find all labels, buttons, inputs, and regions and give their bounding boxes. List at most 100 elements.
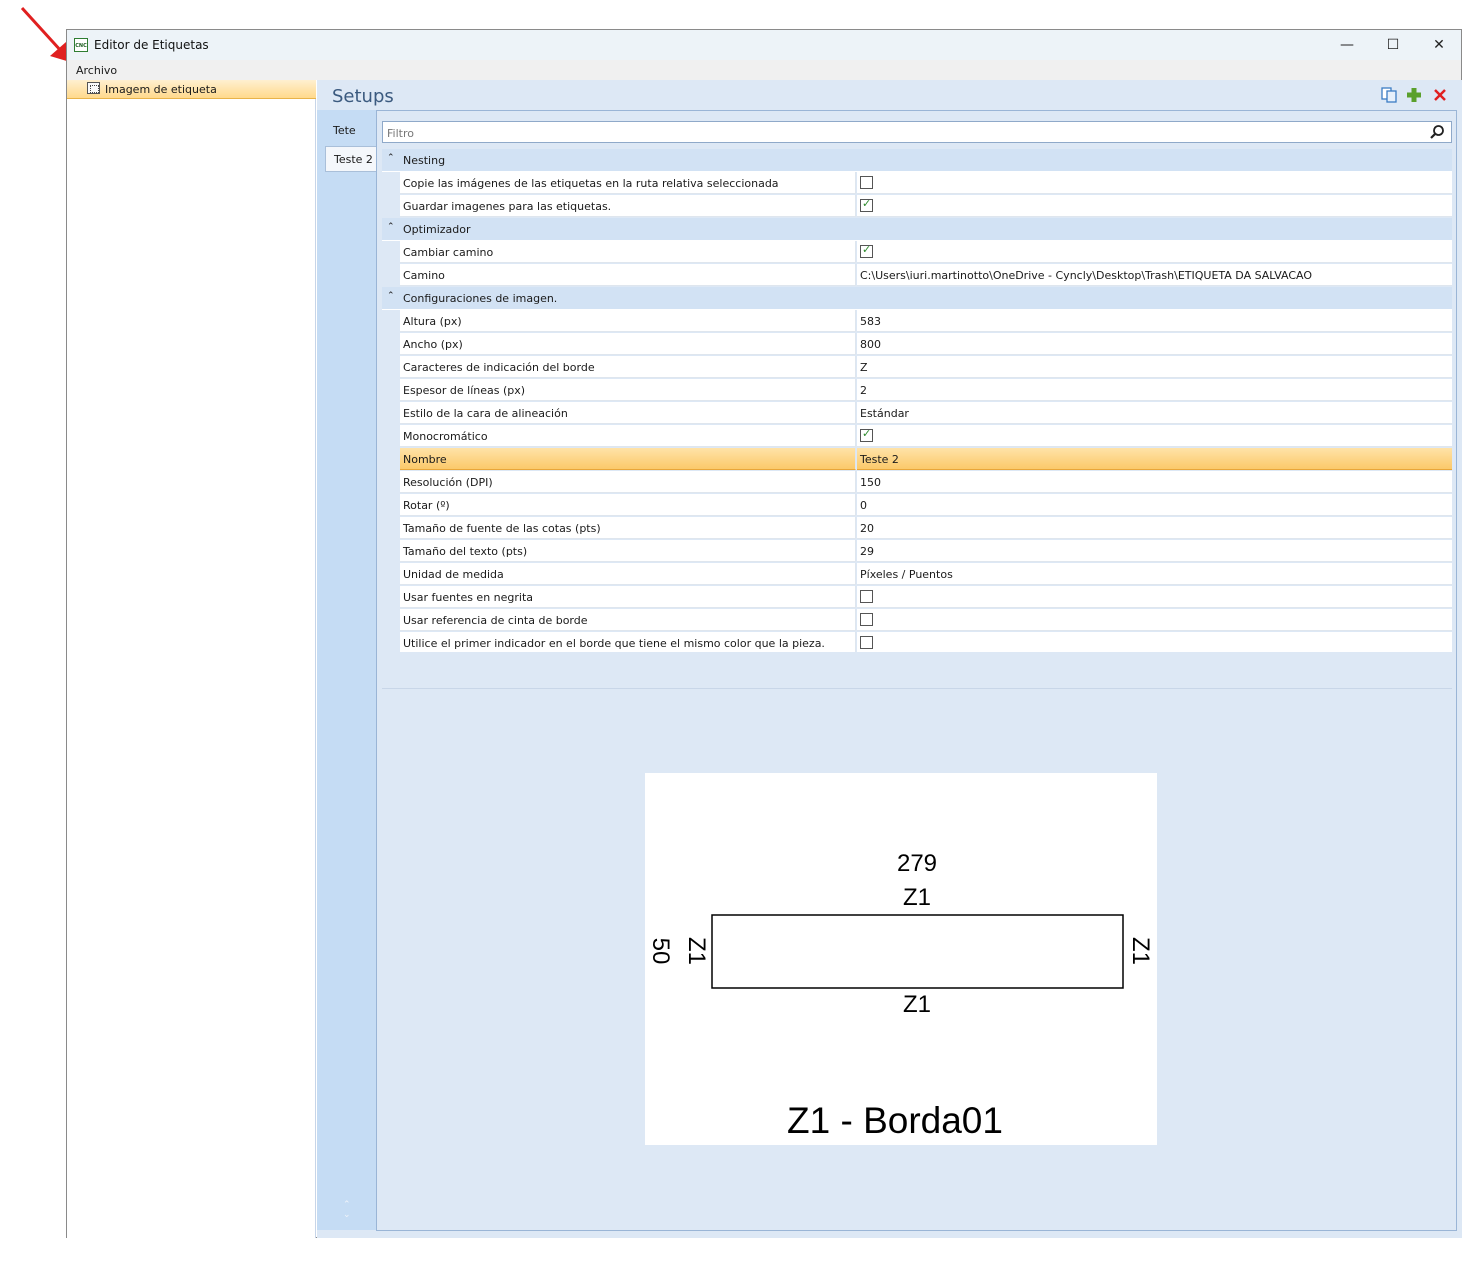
property-value[interactable]: 29 (857, 540, 1452, 562)
property-value[interactable]: 800 (857, 333, 1452, 355)
property-value-cell[interactable] (857, 241, 1452, 263)
property-row[interactable]: Rotar (º) 0 (382, 494, 1452, 517)
row-gutter (382, 448, 400, 471)
row-gutter (382, 517, 400, 540)
property-row[interactable]: Resolución (DPI) 150 (382, 471, 1452, 494)
property-row[interactable]: Ancho (px) 800 (382, 333, 1452, 356)
maximize-button[interactable]: ☐ (1370, 30, 1416, 60)
property-value[interactable]: 20 (857, 517, 1452, 539)
property-row[interactable]: Monocromático (382, 425, 1452, 448)
property-value-cell[interactable] (857, 586, 1452, 608)
app-icon: CNC (74, 38, 88, 52)
side-dimension: 50 (647, 938, 674, 965)
copy-icon[interactable] (1380, 86, 1398, 104)
collapse-chevron-icon[interactable]: ⌃ (387, 222, 395, 232)
property-name: Espesor de líneas (px) (400, 379, 856, 401)
property-checkbox[interactable] (860, 243, 873, 258)
property-name: Cambiar camino (400, 241, 856, 263)
label-preview: 279 Z1 Z1 Z1 50 Z1 Z1 - Borda01 (645, 773, 1157, 1145)
property-row[interactable]: Usar referencia de cinta de borde (382, 609, 1452, 632)
property-value-cell[interactable] (857, 609, 1452, 631)
property-value[interactable]: C:\Users\iuri.martinotto\OneDrive - Cync… (857, 264, 1452, 286)
property-name: Estilo de la cara de alineación (400, 402, 856, 424)
property-name: Nombre (400, 448, 856, 470)
category-header[interactable]: ⌃ Configuraciones de imagen. (382, 287, 1452, 310)
filter-input[interactable] (385, 124, 1419, 142)
category-header[interactable]: ⌃ Optimizador (382, 218, 1452, 241)
row-gutter (382, 379, 400, 402)
property-grid: ⌃ Nesting Copie las imágenes de las etique… (382, 149, 1452, 655)
property-value-cell[interactable] (857, 632, 1452, 654)
row-gutter (382, 563, 400, 586)
minimize-button[interactable]: — (1324, 30, 1370, 60)
property-row[interactable]: Guardar imagenes para las etiquetas. (382, 195, 1452, 218)
property-row[interactable]: Altura (px) 583 (382, 310, 1452, 333)
row-gutter (382, 264, 400, 287)
edge-top-label: Z1 (903, 884, 931, 911)
category-label: Nesting (403, 154, 446, 167)
row-gutter (382, 494, 400, 517)
tree-item-label-image[interactable]: Imagem de etiqueta (67, 80, 316, 99)
close-button[interactable]: ✕ (1416, 30, 1462, 60)
top-dimension: 279 (897, 850, 937, 877)
property-checkbox[interactable] (860, 613, 873, 626)
property-name: Camino (400, 264, 856, 286)
row-gutter (382, 586, 400, 609)
property-value-cell[interactable] (857, 195, 1452, 217)
property-row[interactable]: Tamaño del texto (pts) 29 (382, 540, 1452, 563)
delete-icon[interactable] (1431, 86, 1449, 104)
property-row[interactable]: Cambiar camino (382, 241, 1452, 264)
property-value-cell[interactable] (857, 425, 1452, 447)
label-editor-window: CNC Editor de Etiquetas — ☐ ✕ Archivo Im… (66, 29, 1462, 1238)
add-icon[interactable] (1405, 86, 1423, 104)
tab-scroll-arrows-icon[interactable]: ⌃ ⌄ (343, 1200, 351, 1220)
row-gutter (382, 241, 400, 264)
label-preview-drawing: 279 Z1 Z1 Z1 50 Z1 Z1 - Borda01 (647, 850, 1154, 1141)
piece-rectangle (711, 914, 1124, 989)
property-checkbox[interactable] (860, 176, 873, 189)
property-row[interactable]: Espesor de líneas (px) 2 (382, 379, 1452, 402)
property-value[interactable]: Estándar (857, 402, 1452, 424)
property-checkbox[interactable] (860, 636, 873, 649)
property-row[interactable]: Nombre Teste 2 (382, 448, 1452, 471)
row-gutter (382, 310, 400, 333)
property-row[interactable]: Camino C:\Users\iuri.martinotto\OneDrive … (382, 264, 1452, 287)
category-header[interactable]: ⌃ Nesting (382, 149, 1452, 172)
property-value[interactable]: Teste 2 (857, 448, 1452, 470)
collapse-chevron-icon[interactable]: ⌃ (387, 291, 395, 301)
property-value[interactable]: 0 (857, 494, 1452, 516)
property-name: Unidad de medida (400, 563, 856, 585)
filter-field[interactable] (382, 121, 1452, 143)
property-name: Tamaño de fuente de las cotas (pts) (400, 517, 856, 539)
property-row[interactable]: Unidad de medida Píxeles / Puentos (382, 563, 1452, 586)
property-checkbox[interactable] (860, 427, 873, 442)
tab-teste-2[interactable]: Teste 2 (325, 146, 376, 172)
property-name: Ancho (px) (400, 333, 856, 355)
property-value[interactable]: 2 (857, 379, 1452, 401)
property-value[interactable]: 583 (857, 310, 1452, 332)
property-value[interactable]: 150 (857, 471, 1452, 493)
collapse-chevron-icon[interactable]: ⌃ (387, 153, 395, 163)
category-label: Optimizador (403, 223, 471, 236)
property-value-cell[interactable] (857, 172, 1452, 194)
property-row[interactable]: Tamaño de fuente de las cotas (pts) 20 (382, 517, 1452, 540)
row-gutter (382, 425, 400, 448)
search-icon[interactable] (1429, 124, 1445, 140)
row-gutter (382, 356, 400, 379)
row-gutter (382, 471, 400, 494)
row-gutter (382, 172, 400, 195)
property-name: Usar fuentes en negrita (400, 586, 856, 608)
property-row[interactable]: Usar fuentes en negrita (382, 586, 1452, 609)
property-value[interactable]: Píxeles / Puentos (857, 563, 1452, 585)
property-row[interactable]: Caracteres de indicación del borde Z (382, 356, 1452, 379)
label-image-icon (87, 82, 100, 94)
title-bar[interactable]: CNC Editor de Etiquetas — ☐ ✕ (67, 30, 1461, 60)
tab-tete[interactable]: Tete (325, 118, 376, 144)
property-checkbox[interactable] (860, 197, 873, 212)
property-value[interactable]: Z (857, 356, 1452, 378)
property-checkbox[interactable] (860, 590, 873, 603)
property-row[interactable]: Copie las imágenes de las etiquetas en l… (382, 172, 1452, 195)
property-row[interactable]: Estilo de la cara de alineación Estándar (382, 402, 1452, 425)
property-name: Usar referencia de cinta de borde (400, 609, 856, 631)
menu-archivo[interactable]: Archivo (76, 64, 117, 77)
